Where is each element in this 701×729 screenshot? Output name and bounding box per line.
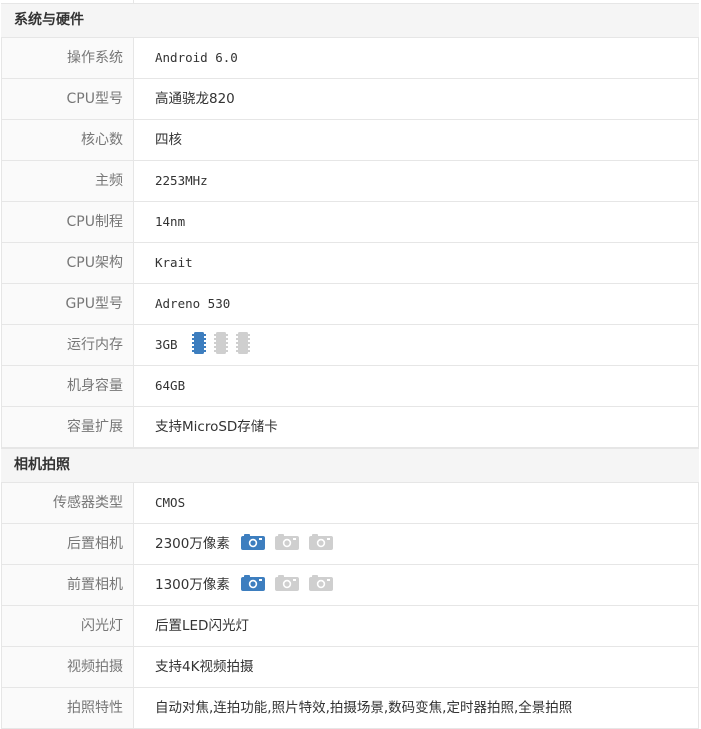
memory-chip-icon <box>236 332 250 358</box>
spec-label: 主频 <box>2 161 134 201</box>
camera-icon <box>241 534 265 554</box>
spec-label: 容量扩展 <box>2 407 134 447</box>
spec-label: 核心数 <box>2 120 134 160</box>
spec-label: 运行内存 <box>2 325 134 365</box>
spec-value: 1300万像素 <box>155 577 230 593</box>
spec-row-sensor: 传感器类型 CMOS <box>1 483 699 524</box>
spec-value: 2253MHz <box>155 173 208 188</box>
spec-value: 3GB <box>155 337 178 352</box>
spec-row-frequency: 主频 2253MHz <box>1 161 699 202</box>
section-header-system-hardware: 系统与硬件 <box>1 3 699 38</box>
spec-label: 传感器类型 <box>2 483 134 523</box>
ram-rating <box>192 325 250 365</box>
spec-row-cores: 核心数 四核 <box>1 120 699 161</box>
rear-camera-rating <box>241 524 333 564</box>
spec-value: Adreno 530 <box>155 296 231 311</box>
camera-icon <box>275 575 299 595</box>
camera-icon <box>309 534 333 554</box>
spec-row-cpu-process: CPU制程 14nm <box>1 202 699 243</box>
spec-row-video: 视频拍摄 支持4K视频拍摄 <box>1 647 699 688</box>
section-title: 相机拍照 <box>14 457 70 473</box>
spec-label: CPU架构 <box>2 243 134 283</box>
memory-chip-icon <box>214 332 228 358</box>
spec-row-flash: 闪光灯 后置LED闪光灯 <box>1 606 699 647</box>
spec-row-gpu-model: GPU型号 Adreno 530 <box>1 284 699 325</box>
spec-value: Android 6.0 <box>155 50 238 65</box>
spec-label: 闪光灯 <box>2 606 134 646</box>
spec-row-cpu-model: CPU型号 高通骁龙820 <box>1 79 699 120</box>
spec-label: 机身容量 <box>2 366 134 406</box>
spec-row-os: 操作系统 Android 6.0 <box>1 38 699 79</box>
spec-label: CPU型号 <box>2 79 134 119</box>
spec-value: Krait <box>155 255 193 270</box>
front-camera-rating <box>241 565 333 605</box>
camera-icon <box>275 534 299 554</box>
spec-label: 操作系统 <box>2 38 134 78</box>
spec-row-photo-features: 拍照特性 自动对焦,连拍功能,照片特效,拍摄场景,数码变焦,定时器拍照,全景拍照 <box>1 688 699 729</box>
spec-label: 后置相机 <box>2 524 134 564</box>
spec-row-rear-camera: 后置相机 2300万像素 <box>1 524 699 565</box>
spec-row-cpu-arch: CPU架构 Krait <box>1 243 699 284</box>
spec-value: 自动对焦,连拍功能,照片特效,拍摄场景,数码变焦,定时器拍照,全景拍照 <box>155 700 573 716</box>
spec-row-expansion: 容量扩展 支持MicroSD存储卡 <box>1 407 699 448</box>
spec-value: 64GB <box>155 378 186 393</box>
spec-label: GPU型号 <box>2 284 134 324</box>
spec-value: 14nm <box>155 214 186 229</box>
section-title: 系统与硬件 <box>14 12 84 28</box>
spec-row-ram: 运行内存 3GB <box>1 325 699 366</box>
camera-icon <box>309 575 333 595</box>
spec-value: 支持MicroSD存储卡 <box>155 419 278 435</box>
spec-value: 支持4K视频拍摄 <box>155 659 254 675</box>
spec-value: 四核 <box>155 132 182 148</box>
spec-row-front-camera: 前置相机 1300万像素 <box>1 565 699 606</box>
spec-label: 视频拍摄 <box>2 647 134 687</box>
spec-value: 高通骁龙820 <box>155 91 235 107</box>
spec-label: 拍照特性 <box>2 688 134 728</box>
spec-value: 2300万像素 <box>155 536 230 552</box>
spec-value: 后置LED闪光灯 <box>155 618 249 634</box>
section-header-camera: 相机拍照 <box>1 448 699 483</box>
spec-value: CMOS <box>155 495 186 510</box>
spec-row-storage: 机身容量 64GB <box>1 366 699 407</box>
spec-label: 前置相机 <box>2 565 134 605</box>
camera-icon <box>241 575 265 595</box>
memory-chip-icon <box>192 332 206 358</box>
spec-label: CPU制程 <box>2 202 134 242</box>
